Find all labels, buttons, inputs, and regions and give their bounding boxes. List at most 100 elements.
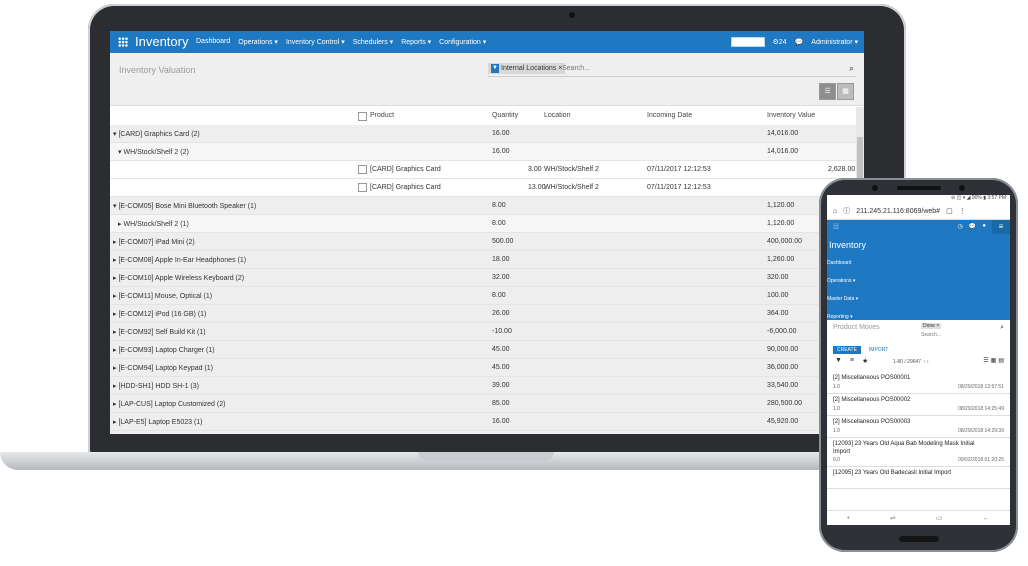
table-row[interactable]: [CARD] Graphics Card 13.00 WH/Stock/Shelf … — [110, 179, 859, 197]
list-view-icon[interactable]: ☰ — [819, 83, 836, 100]
apps-grid-icon[interactable] — [118, 37, 128, 47]
group-row[interactable]: ▾ [E-COM05] Bose Mini Bluetooth Speaker … — [110, 197, 856, 215]
group-row[interactable]: ▸ [E-COM12] iPod (16 GB) (1) 26.00 364.00 — [110, 305, 856, 323]
favorites-icon[interactable]: ★ — [862, 357, 868, 365]
url-text[interactable]: 211.245.21.116:8069/web# — [856, 208, 940, 215]
group-row[interactable]: ▸ [E-COM08] Apple In-Ear Headphones (1) 1… — [110, 251, 856, 269]
tabs-icon[interactable]: ▢ — [946, 207, 953, 215]
row-checkbox[interactable] — [358, 165, 367, 174]
row-quantity: 16.00 — [492, 418, 510, 425]
group-by-icon[interactable]: ≡ — [850, 357, 854, 365]
hamburger-icon[interactable]: ≡ — [992, 220, 1010, 234]
list-item[interactable]: [12093] 23 Years Old Aqua Bab Modeling M… — [827, 438, 1010, 467]
pivot-view-icon[interactable]: ▦ — [837, 83, 854, 100]
menu-item[interactable]: Schedulers ▾ — [353, 38, 393, 46]
menu-item[interactable]: Inventory Control ▾ — [286, 38, 345, 46]
search-icon[interactable]: ⌕ — [849, 63, 854, 74]
search-facet[interactable]: ▼ Internal Locations × — [488, 63, 566, 74]
phone-home-button[interactable] — [899, 536, 939, 542]
group-row[interactable]: ▸ [E-COM93] Laptop Charger (1) 45.00 90,00… — [110, 341, 856, 359]
group-row[interactable]: ▸ [E-COM92] Self Build Kit (1) -10.00 -6,0… — [110, 323, 856, 341]
android-nav-bar: • ⇌ ▭ ← — [827, 510, 1010, 525]
group-row[interactable]: ▾ [CARD] Graphics Card (2) 16.00 14,016.00 — [110, 125, 856, 143]
home-icon[interactable]: ⌂ — [833, 208, 837, 215]
item-title: [12095] 23 Years Old Badecasil Initial I… — [833, 470, 952, 476]
phone-sensor — [959, 185, 965, 191]
filter-icon[interactable]: ▼ — [835, 357, 842, 365]
menu-item[interactable]: Configuration ▾ — [439, 38, 486, 46]
list-item[interactable]: [2] Miscellaneous POS00003 1.0 08/29/2018 … — [827, 416, 1010, 438]
search-icon[interactable]: ⌕ — [1000, 324, 1004, 332]
group-row[interactable]: ▸ [M-Wir] Mouse, Wireless (3)20.00360.00 — [110, 431, 856, 434]
col-location[interactable]: Location — [544, 112, 570, 119]
lock-icon: ⓘ — [843, 208, 851, 215]
phone-search-facet[interactable]: Done × — [921, 323, 942, 329]
row-quantity: -10.00 — [492, 328, 512, 335]
app-title[interactable]: Inventory — [135, 34, 188, 49]
pager-text: 1-80 / 29647 — [893, 359, 922, 365]
row-label: ▸ [E-COM11] Mouse, Optical (1) — [113, 293, 213, 300]
more-icon[interactable]: ⋮ — [959, 207, 966, 215]
phone-search-input[interactable]: Search... — [921, 332, 941, 338]
apps-grid-icon[interactable]: ⁞⁞⁞ — [833, 224, 839, 231]
row-label: ▸ [E-COM93] Laptop Charger (1) — [113, 347, 215, 354]
create-button[interactable]: CREATE — [833, 346, 861, 354]
nav-dot-icon[interactable]: • — [847, 515, 849, 522]
user-menu[interactable]: Administrator ▾ — [811, 38, 858, 46]
row-quantity: 8.00 — [492, 202, 506, 209]
group-row[interactable]: ▸ [E-COM94] Laptop Keypad (1) 45.00 36,000… — [110, 359, 856, 377]
menu-item[interactable]: Reports ▾ — [401, 38, 431, 46]
row-label: ▾ [E-COM05] Bose Mini Bluetooth Speaker … — [113, 203, 257, 210]
row-quantity: 8.00 — [492, 292, 506, 299]
menu-item[interactable]: Dashboard — [196, 38, 230, 46]
phone-menu-item[interactable]: Configuration ▾ — [827, 332, 861, 338]
group-row[interactable]: ▸ [LAP-CUS] Laptop Customized (2) 85.00 28… — [110, 395, 856, 413]
calendar-view-icon[interactable]: ▤ — [998, 357, 1004, 364]
row-label: ▸ [E-COM92] Self Build Kit (1) — [113, 329, 206, 336]
list-item[interactable]: [12095] 23 Years Old Badecasil Initial I… — [827, 467, 1010, 489]
table-row[interactable]: [CARD] Graphics Card 3.00 WH/Stock/Shelf 2… — [110, 161, 856, 179]
list-item[interactable]: [2] Miscellaneous POS00002 1.0 08/29/2018 … — [827, 394, 1010, 416]
chat-icon[interactable]: 💬 — [795, 38, 804, 46]
back-icon[interactable]: ← — [983, 515, 990, 522]
row-value: 36,000.00 — [767, 364, 799, 371]
phone-toolbar: ▼ ≡ ★ — [835, 357, 868, 365]
phone-menu-item[interactable]: Reporting ▾ — [827, 314, 853, 320]
col-quantity[interactable]: Quantity — [492, 112, 518, 119]
col-inventory-value[interactable]: Inventory Value — [767, 112, 815, 119]
chat-icon[interactable]: 💬 — [969, 223, 976, 230]
col-product[interactable]: Product — [370, 112, 394, 119]
group-row[interactable]: ▸ WH/Stock/Shelf 2 (1) 8.00 1,120.00 — [110, 215, 856, 233]
notification-counter[interactable]: ⚙24 — [773, 38, 787, 46]
kanban-view-icon[interactable]: ▦ — [991, 357, 997, 364]
list-view-icon[interactable]: ☰ — [983, 357, 988, 364]
phone-app-title[interactable]: Inventory — [829, 240, 866, 250]
user-icon[interactable]: ● — [982, 223, 986, 230]
row-value: -6,000.00 — [767, 328, 797, 335]
search-input[interactable]: Search... — [562, 65, 590, 72]
group-row[interactable]: ▸ [LAP-E5] Laptop E5023 (1) 16.00 45,920.0… — [110, 413, 856, 431]
notification-count: 24 — [778, 39, 787, 46]
phone-menu-item[interactable]: Master Data ▾ — [827, 296, 858, 302]
group-row[interactable]: ▸ [HDD-SH1] HDD SH-1 (3) 39.00 33,540.00 — [110, 377, 856, 395]
phone-menu-item[interactable]: Operations ▾ — [827, 278, 855, 284]
row-value: 320.00 — [767, 274, 789, 281]
group-row[interactable]: ▸ [E-COM07] iPad Mini (2) 500.00 400,000.0… — [110, 233, 856, 251]
search-bar[interactable]: ▼ Internal Locations × Search... ⌕ — [488, 62, 856, 77]
import-button[interactable]: IMPORT — [865, 346, 892, 354]
group-row[interactable]: ▸ [E-COM10] Apple Wireless Keyboard (2) 3… — [110, 269, 856, 287]
row-incoming-date: 07/11/2017 12:12:53 — [647, 184, 711, 191]
list-item[interactable]: [2] Miscellaneous POS00001 1.0 08/29/2018 … — [827, 372, 1010, 394]
group-row[interactable]: ▾ WH/Stock/Shelf 2 (2) 16.00 14,016.00 — [110, 143, 856, 161]
select-all-checkbox[interactable] — [358, 112, 367, 121]
top-navbar: Inventory Dashboard Operations ▾ Inventory… — [110, 31, 864, 53]
group-row[interactable]: ▸ [E-COM11] Mouse, Optical (1) 8.00 100.00 — [110, 287, 856, 305]
recent-apps-icon[interactable]: ⇌ — [890, 514, 896, 522]
item-title: [2] Miscellaneous POS00001 — [833, 375, 911, 381]
phone-menu-item[interactable]: Dashboard — [827, 260, 851, 266]
menu-item[interactable]: Operations ▾ — [238, 38, 278, 46]
android-home-icon[interactable]: ▭ — [936, 514, 943, 522]
row-checkbox[interactable] — [358, 183, 367, 192]
activity-icon[interactable]: ◷ — [958, 223, 963, 230]
col-incoming-date[interactable]: Incoming Date — [647, 112, 692, 119]
